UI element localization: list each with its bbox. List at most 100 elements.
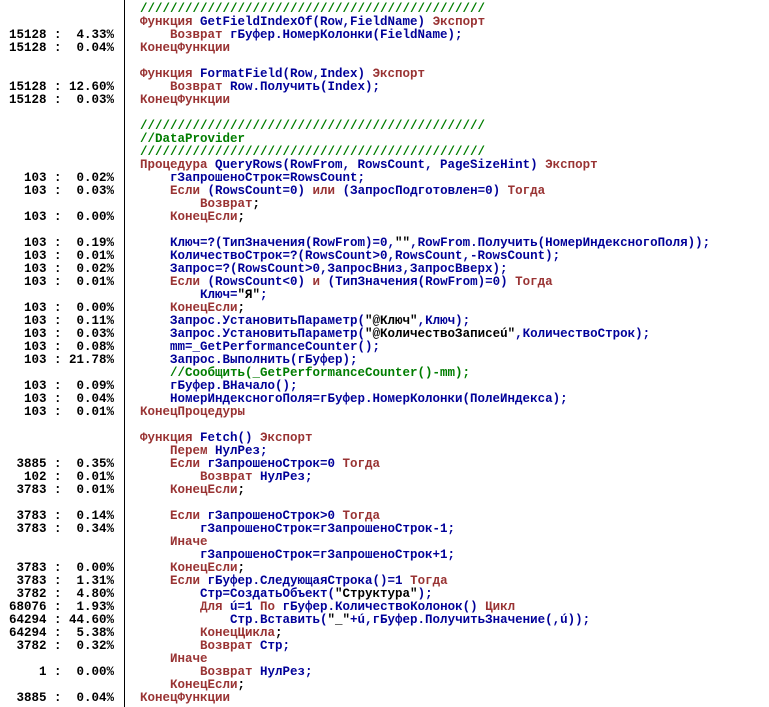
- profile-stats: [0, 107, 125, 120]
- profile-stats: [0, 3, 125, 16]
- keyword-token: Цикл: [478, 600, 516, 614]
- comment-token: //DataProvider: [140, 132, 245, 146]
- code-line: 15128 : 0.03%КонецФункции: [0, 94, 769, 107]
- code-token: Row.Получить(Index);: [223, 80, 381, 94]
- code-token: "@КоличествоЗаписеú": [365, 327, 515, 341]
- code-token: гБуфер.КоличествоКолонок(): [275, 600, 478, 614]
- code-line: 103 : 0.00% КонецЕсли;: [0, 211, 769, 224]
- code-line: 103 : 0.03% Запрос.УстановитьПараметр("@…: [0, 328, 769, 341]
- code-token: НулРез;: [208, 444, 268, 458]
- code-line: [0, 497, 769, 510]
- keyword-token: и: [305, 275, 320, 289]
- code-token: НомерИндексногоПоля=гБуфер.НомерКолонки(…: [140, 392, 568, 406]
- code-token: гЗапрошеноСтрок=0: [200, 457, 335, 471]
- keyword-token: КонецЕсли: [140, 678, 238, 692]
- keyword-token: Возврат: [140, 639, 253, 653]
- keyword-token: Если: [140, 574, 200, 588]
- code-token: Стр=СоздатьОбъект(: [140, 587, 335, 601]
- code-token: гБуфер.СледующаяСтрока()=1: [200, 574, 403, 588]
- code-line: 103 : 0.04% НомерИндексногоПоля=гБуфер.Н…: [0, 393, 769, 406]
- keyword-token: КонецФункции: [140, 41, 230, 55]
- keyword-token: Экспорт: [365, 67, 425, 81]
- keyword-token: Экспорт: [425, 15, 485, 29]
- code-token: КоличествоСтрок=?(RowsCount>0,RowsCount,…: [140, 249, 560, 263]
- keyword-token: Тогда: [335, 457, 380, 471]
- keyword-token: Иначе: [140, 535, 208, 549]
- code-text: [125, 419, 140, 432]
- code-line: 3782 : 0.32% Возврат Стр;: [0, 640, 769, 653]
- code-text: КонецФункции: [125, 692, 230, 705]
- code-token: Запрос.УстановитьПараметр(: [140, 327, 365, 341]
- code-line: 15128 : 0.04% КонецФункции: [0, 42, 769, 55]
- keyword-token: Возврат: [140, 665, 253, 679]
- keyword-token: Для: [140, 600, 223, 614]
- code-token: (ЗапросПодготовлен=0): [335, 184, 500, 198]
- keyword-token: КонецЕсли: [140, 561, 238, 575]
- code-token: ú=1: [223, 600, 253, 614]
- code-token: Ключ=: [140, 288, 238, 302]
- code-line: 64294 : 44.60% Стр.Вставить("_"+ú,гБуфер…: [0, 614, 769, 627]
- comment-token: //Сообщить(_GetPerformanceCounter()-mm);: [140, 366, 470, 380]
- code-line: Возврат;: [0, 198, 769, 211]
- profile-stats: 103 : 0.00%: [0, 211, 125, 224]
- code-line: 103 : 0.08% mm=_GetPerformanceCounter();: [0, 341, 769, 354]
- keyword-token: Функция: [140, 67, 193, 81]
- code-line: 64294 : 5.38% КонецЦикла;: [0, 627, 769, 640]
- keyword-token: Если: [140, 184, 200, 198]
- code-line: //Сообщить(_GetPerformanceCounter()-mm);: [0, 367, 769, 380]
- keyword-token: Тогда: [500, 184, 545, 198]
- code-token: GetFieldIndexOf(Row,FieldName): [193, 15, 426, 29]
- code-token: гБуфер.ВНачало();: [140, 379, 298, 393]
- code-line: 3885 : 0.04%КонецФункции: [0, 692, 769, 705]
- keyword-token: Если: [140, 275, 200, 289]
- comment-token: ////////////////////////////////////////…: [140, 2, 485, 16]
- code-token: ;: [253, 197, 261, 211]
- code-token: Запрос.УстановитьПараметр(: [140, 314, 365, 328]
- profile-stats: 3782 : 0.32%: [0, 640, 125, 653]
- code-token: Стр;: [253, 639, 291, 653]
- profile-stats: 3885 : 0.04%: [0, 692, 125, 705]
- keyword-token: Экспорт: [538, 158, 598, 172]
- code-line: Иначе: [0, 653, 769, 666]
- profile-stats: [0, 536, 125, 549]
- code-line: [0, 419, 769, 432]
- keyword-token: КонецФункции: [140, 93, 230, 107]
- code-line: ////////////////////////////////////////…: [0, 120, 769, 133]
- code-view[interactable]: ////////////////////////////////////////…: [0, 3, 769, 705]
- code-token: FormatField(Row,Index): [193, 67, 366, 81]
- code-token: ;: [238, 301, 246, 315]
- keyword-token: По: [253, 600, 276, 614]
- profile-stats: 3783 : 0.34%: [0, 523, 125, 536]
- code-text: [125, 55, 140, 68]
- code-line: 15128 : 4.33% Возврат гБуфер.НомерКолонк…: [0, 29, 769, 42]
- profile-stats: 103 : 0.01%: [0, 276, 125, 289]
- code-text: [125, 497, 140, 510]
- keyword-token: Если: [140, 457, 200, 471]
- code-line: 3783 : 0.01% КонецЕсли;: [0, 484, 769, 497]
- code-token: гЗапрошеноСтрок=RowsCount;: [140, 171, 365, 185]
- keyword-token: Тогда: [335, 509, 380, 523]
- keyword-token: или: [305, 184, 335, 198]
- code-token: НулРез;: [253, 665, 313, 679]
- code-token: "Структура": [335, 587, 418, 601]
- keyword-token: Иначе: [140, 652, 208, 666]
- profile-stats: 15128 : 0.04%: [0, 42, 125, 55]
- profile-stats: [0, 133, 125, 146]
- code-token: +ú,гБуфер.ПолучитьЗначение(,ú));: [350, 613, 590, 627]
- profile-stats: 1 : 0.00%: [0, 666, 125, 679]
- code-token: Fetch(): [193, 431, 253, 445]
- code-line: 102 : 0.01% Возврат НулРез;: [0, 471, 769, 484]
- code-token: Стр.Вставить(: [140, 613, 328, 627]
- code-text: КонецПроцедуры: [125, 406, 245, 419]
- code-token: ;: [260, 288, 268, 302]
- code-line: Перем НулРез;: [0, 445, 769, 458]
- code-text: КонецЕсли;: [125, 211, 245, 224]
- code-line: 15128 : 12.60% Возврат Row.Получить(Inde…: [0, 81, 769, 94]
- keyword-token: Экспорт: [253, 431, 313, 445]
- keyword-token: Перем: [140, 444, 208, 458]
- code-text: КонецЕсли;: [125, 484, 245, 497]
- keyword-token: КонецЕсли: [140, 210, 238, 224]
- code-token: гЗапрошеноСтрок=гЗапрошеноСтрок-1;: [140, 522, 455, 536]
- code-token: ,КоличествоСтрок);: [515, 327, 650, 341]
- code-text: КонецФункции: [125, 42, 230, 55]
